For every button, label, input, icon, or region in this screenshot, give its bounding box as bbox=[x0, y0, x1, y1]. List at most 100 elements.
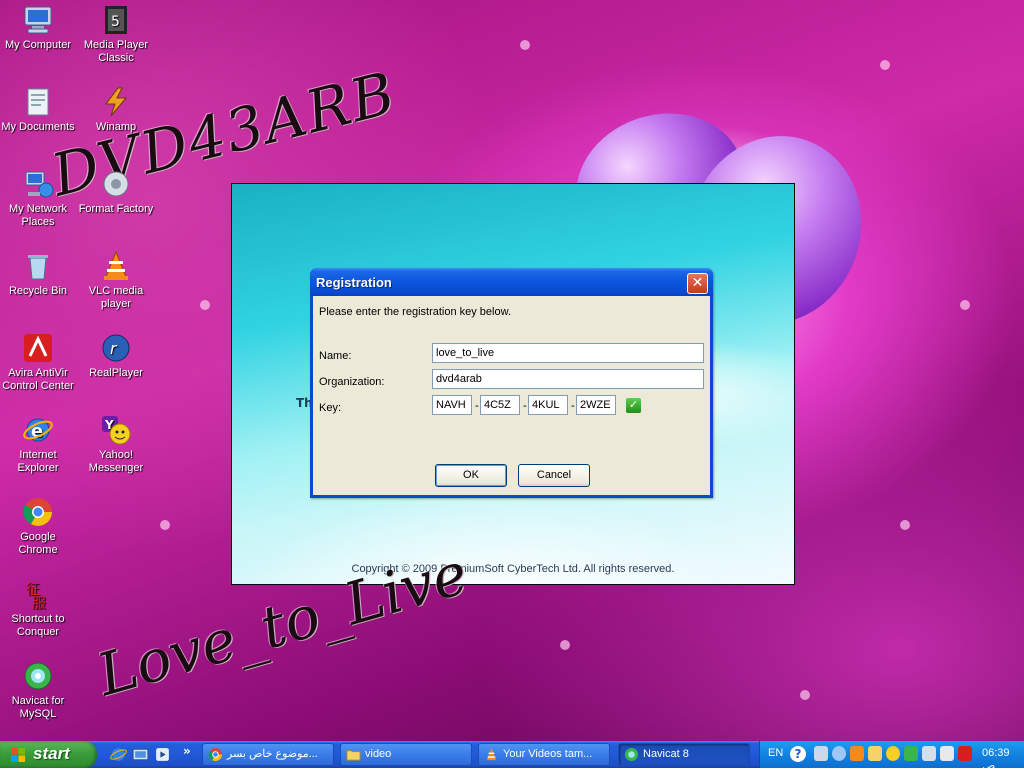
desktop-icon-avira[interactable]: Avira AntiVir Control Center bbox=[0, 332, 76, 393]
conquer-icon: 征服 bbox=[22, 578, 54, 610]
tray-avira-icon[interactable] bbox=[958, 746, 972, 761]
taskbar-button-vlc[interactable]: Your Videos tam... bbox=[478, 743, 610, 766]
desktop-icon-winamp[interactable]: Winamp bbox=[78, 86, 154, 134]
chrome-icon bbox=[22, 496, 54, 528]
organization-label: Organization: bbox=[319, 376, 385, 388]
task-label: Navicat 8 bbox=[643, 748, 689, 760]
desktop-icon-my-computer[interactable]: My Computer bbox=[0, 4, 76, 52]
icon-label: Avira AntiVir Control Center bbox=[2, 367, 74, 392]
my-documents-icon bbox=[22, 86, 54, 118]
recycle-bin-icon bbox=[22, 250, 54, 282]
svg-text:服: 服 bbox=[32, 596, 46, 610]
my-computer-icon bbox=[22, 4, 54, 36]
sparkle bbox=[520, 40, 530, 50]
name-field[interactable]: love_to_live bbox=[432, 343, 704, 363]
tray-device-icon[interactable] bbox=[922, 746, 936, 761]
start-label: start bbox=[33, 744, 70, 763]
sparkle bbox=[960, 300, 970, 310]
taskbar: start » موضوع خاص بسر... video Your Vide… bbox=[0, 741, 1024, 772]
media-player-classic-icon: 5 bbox=[100, 4, 132, 36]
tray-vlc-icon[interactable] bbox=[850, 746, 864, 761]
desktop-icon-recycle-bin[interactable]: Recycle Bin bbox=[0, 250, 76, 298]
task-label: video bbox=[365, 748, 392, 760]
quicklaunch-show-desktop-icon[interactable] bbox=[132, 746, 149, 763]
sparkle bbox=[200, 300, 210, 310]
quicklaunch-more-chevron-icon[interactable]: » bbox=[183, 744, 191, 758]
taskbar-button-video-folder[interactable]: video bbox=[340, 743, 472, 766]
dialog-body: Please enter the registration key below.… bbox=[313, 296, 710, 495]
system-tray: EN ? 06:39 ص bbox=[759, 741, 1024, 772]
tray-back-icon[interactable] bbox=[832, 746, 846, 761]
desktop-icon-navicat[interactable]: Navicat for MySQL bbox=[0, 660, 76, 721]
icon-label: Internet Explorer bbox=[17, 449, 59, 474]
language-indicator[interactable]: EN bbox=[768, 747, 783, 759]
desktop-icon-google-chrome[interactable]: Google Chrome bbox=[0, 496, 76, 557]
dialog-titlebar[interactable]: Registration ✕ bbox=[310, 268, 713, 296]
cancel-button[interactable]: Cancel bbox=[518, 464, 590, 487]
icon-label: VLC media player bbox=[88, 285, 144, 310]
tray-window-icon[interactable] bbox=[940, 746, 954, 761]
icon-label: My Network Places bbox=[8, 203, 68, 228]
avira-icon bbox=[22, 332, 54, 364]
sparkle bbox=[560, 640, 570, 650]
icon-label: Navicat for MySQL bbox=[11, 695, 65, 720]
desktop-icon-format-factory[interactable]: Format Factory bbox=[78, 168, 154, 216]
icon-label: Recycle Bin bbox=[8, 285, 68, 297]
key-separator: - bbox=[475, 400, 479, 412]
key-field-3[interactable]: 4KUL bbox=[528, 395, 568, 415]
registration-dialog: Registration ✕ Please enter the registra… bbox=[310, 268, 713, 498]
tray-yahoo-icon[interactable] bbox=[886, 746, 900, 761]
close-icon: ✕ bbox=[691, 275, 704, 291]
task-label: موضوع خاص بسر... bbox=[227, 748, 318, 760]
desktop-icon-yahoo-messenger[interactable]: Y Yahoo! Messenger bbox=[78, 414, 154, 475]
organization-field[interactable]: dvd4arab bbox=[432, 369, 704, 389]
tray-play-icon[interactable] bbox=[904, 746, 918, 761]
vlc-icon bbox=[486, 747, 497, 761]
icon-label: My Computer bbox=[4, 39, 72, 51]
quicklaunch-internet-explorer-icon[interactable] bbox=[110, 746, 127, 763]
desktop-icon-internet-explorer[interactable]: e Internet Explorer bbox=[0, 414, 76, 475]
desktop-icon-media-player-classic[interactable]: 5 Media Player Classic bbox=[78, 4, 154, 65]
icon-label: Format Factory bbox=[78, 203, 154, 215]
key-field-2[interactable]: 4C5Z bbox=[480, 395, 520, 415]
svg-text:5: 5 bbox=[111, 14, 120, 30]
tray-mail-icon[interactable] bbox=[868, 746, 882, 761]
desktop-background: DVD43ARB My Computer 5 Media Player Clas… bbox=[0, 0, 1024, 741]
sparkle bbox=[900, 520, 910, 530]
key-field-1[interactable]: NAVH bbox=[432, 395, 472, 415]
key-label: Key: bbox=[319, 402, 342, 414]
clock[interactable]: 06:39 ص bbox=[982, 747, 1024, 772]
yahoo-messenger-icon: Y bbox=[100, 414, 132, 446]
taskbar-button-chrome[interactable]: موضوع خاص بسر... bbox=[202, 743, 334, 766]
desktop-icon-realplayer[interactable]: r RealPlayer bbox=[78, 332, 154, 380]
desktop-icon-my-documents[interactable]: My Documents bbox=[0, 86, 76, 134]
icon-label: My Documents bbox=[1, 121, 75, 133]
realplayer-icon: r bbox=[100, 332, 132, 364]
sparkle bbox=[880, 60, 890, 70]
chrome-icon bbox=[208, 747, 223, 762]
key-field-4[interactable]: 2WZE bbox=[576, 395, 616, 415]
network-places-icon bbox=[22, 168, 54, 200]
icon-label: Media Player Classic bbox=[83, 39, 149, 64]
tray-network-icon[interactable] bbox=[814, 746, 828, 761]
desktop-icon-conquer[interactable]: 征服 Shortcut to Conquer bbox=[0, 578, 76, 639]
icon-label: Google Chrome bbox=[18, 531, 58, 556]
dialog-title: Registration bbox=[316, 275, 392, 290]
dialog-message: Please enter the registration key below. bbox=[319, 306, 512, 318]
desktop-icon-network-places[interactable]: My Network Places bbox=[0, 168, 76, 229]
start-button[interactable]: start bbox=[0, 741, 97, 768]
taskbar-button-navicat[interactable]: Navicat 8 bbox=[618, 743, 750, 766]
help-icon[interactable]: ? bbox=[790, 746, 806, 762]
internet-explorer-icon: e bbox=[22, 414, 54, 446]
task-label: Your Videos tam... bbox=[503, 748, 593, 760]
quicklaunch-media-icon[interactable] bbox=[154, 746, 171, 763]
navicat-icon bbox=[624, 747, 639, 762]
winamp-icon bbox=[100, 86, 132, 118]
ok-button[interactable]: OK bbox=[435, 464, 507, 487]
windows-flag-icon bbox=[11, 748, 25, 762]
navicat-icon bbox=[22, 660, 54, 692]
key-separator: - bbox=[571, 400, 575, 412]
desktop-icon-vlc[interactable]: VLC media player bbox=[78, 250, 154, 311]
icon-label: Shortcut to Conquer bbox=[11, 613, 65, 638]
close-button[interactable]: ✕ bbox=[687, 273, 708, 294]
